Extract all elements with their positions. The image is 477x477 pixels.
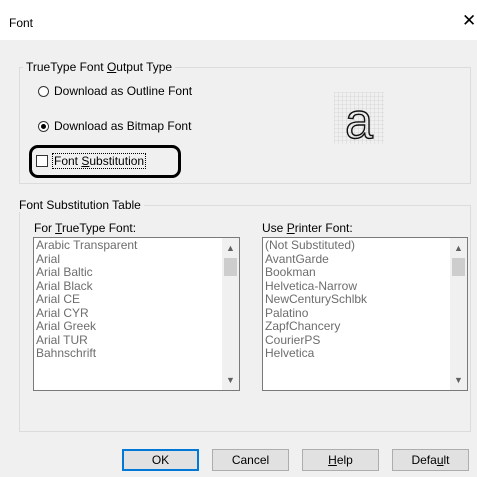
list-item[interactable]: Helvetica: [265, 346, 367, 361]
help-button[interactable]: Help: [302, 449, 379, 471]
ok-button[interactable]: OK: [122, 449, 199, 471]
list-item[interactable]: Arial CYR: [36, 306, 137, 321]
scroll-up-icon[interactable]: ▲: [450, 240, 467, 256]
list-item[interactable]: Arial: [36, 252, 137, 267]
font-substitution-checkbox[interactable]: [36, 155, 48, 167]
list-item[interactable]: (Not Substituted): [265, 238, 367, 253]
printer-font-list[interactable]: (Not Substituted) AvantGarde Bookman Helvet…: [262, 237, 468, 391]
list-item[interactable]: AvantGarde: [265, 252, 367, 267]
scroll-up-icon[interactable]: ▲: [222, 240, 239, 256]
substitution-table-title: Font Substitution Table: [16, 198, 144, 212]
scroll-down-icon[interactable]: ▼: [222, 372, 239, 388]
font-substitution-label: Font Substitution: [52, 153, 147, 169]
printer-scrollbar[interactable]: ▲ ▼: [450, 238, 467, 390]
list-item[interactable]: Arial TUR: [36, 333, 137, 348]
list-item[interactable]: NewCenturySchlbk: [265, 292, 367, 307]
printer-font-label: Use Printer Font:: [262, 221, 353, 235]
list-item[interactable]: Bahnschrift: [36, 346, 137, 361]
outline-label: Download as Outline Font: [54, 84, 193, 98]
download-outline-option[interactable]: Download as Outline Font: [38, 83, 192, 99]
list-item[interactable]: Arial Black: [36, 279, 137, 294]
output-type-group-title: TrueType Font Output Type: [23, 60, 176, 74]
bitmap-label: Download as Bitmap Font: [54, 119, 192, 133]
list-item[interactable]: Arial Greek: [36, 319, 137, 334]
font-substitution-checkbox-row[interactable]: Font Substitution: [36, 152, 147, 170]
font-preview-icon: a: [334, 92, 384, 144]
truetype-scrollbar[interactable]: ▲ ▼: [222, 238, 239, 390]
dialog-title: Font: [9, 16, 34, 30]
download-bitmap-option[interactable]: Download as Bitmap Font: [38, 118, 191, 134]
default-button[interactable]: Default: [392, 449, 469, 471]
preview-glyph: a: [345, 93, 373, 144]
list-item[interactable]: Arabic Transparent: [36, 238, 137, 253]
outline-radio[interactable]: [38, 85, 49, 97]
list-item[interactable]: CourierPS: [265, 333, 367, 348]
scroll-thumb[interactable]: [452, 258, 465, 276]
close-icon[interactable]: ✕: [462, 11, 476, 31]
list-item[interactable]: Arial CE: [36, 292, 137, 307]
title-bar: Font ✕: [0, 0, 477, 40]
list-item[interactable]: Helvetica-Narrow: [265, 279, 367, 294]
scroll-down-icon[interactable]: ▼: [450, 372, 467, 388]
bitmap-radio[interactable]: [38, 120, 49, 132]
truetype-font-label: For TrueType Font:: [34, 221, 137, 235]
cancel-button[interactable]: Cancel: [212, 449, 289, 471]
scroll-thumb[interactable]: [224, 258, 237, 276]
truetype-font-list[interactable]: Arabic Transparent Arial Arial Baltic Arial…: [33, 237, 240, 391]
list-item[interactable]: Palatino: [265, 306, 367, 321]
list-item[interactable]: Bookman: [265, 265, 367, 280]
list-item[interactable]: Arial Baltic: [36, 265, 137, 280]
list-item[interactable]: ZapfChancery: [265, 319, 367, 334]
